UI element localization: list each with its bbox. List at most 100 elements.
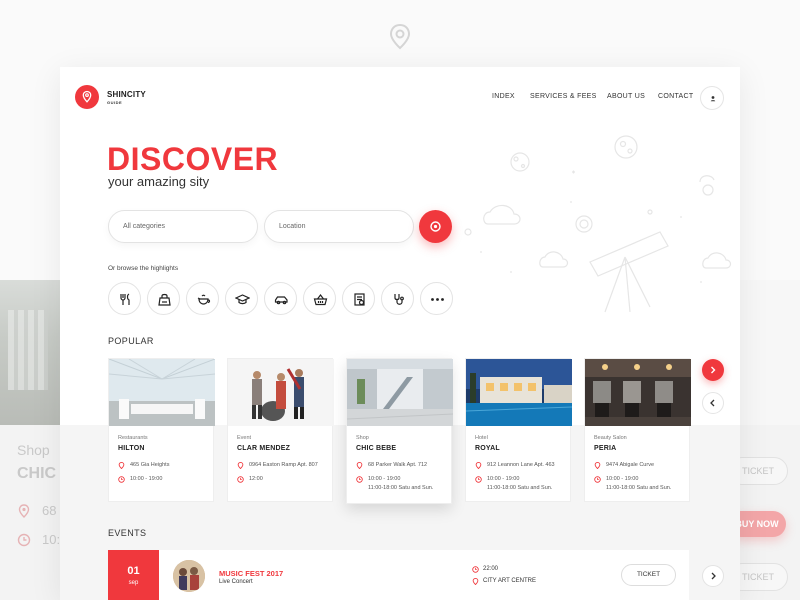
clock-icon (475, 476, 482, 483)
category-cafe-button[interactable] (186, 282, 219, 315)
salon-photo (585, 359, 691, 426)
education-icon (235, 294, 250, 305)
location-pin-logo-icon (389, 23, 411, 50)
restaurant-photo (109, 359, 215, 426)
main-window: SHINCITY GUIDE INDEX SERVICES & FEES ABO… (60, 67, 740, 600)
card-hours: 12:00 (249, 476, 263, 482)
category-shopping-button[interactable] (147, 282, 180, 315)
health-icon (394, 294, 404, 305)
location-input[interactable]: Location (264, 210, 414, 243)
card-hours-weekend: 11:00-18:00 Satu and Sun. (606, 485, 672, 491)
more-icon (431, 298, 444, 301)
band-photo (228, 359, 334, 426)
car-icon (274, 296, 288, 305)
basket-icon (313, 294, 328, 306)
event-time: 22:00 (483, 566, 499, 572)
location-pin-icon (82, 90, 92, 103)
event-avatar (173, 560, 205, 592)
chevron-right-icon (711, 366, 716, 374)
mall-photo (347, 359, 453, 426)
location-pin-icon (475, 462, 482, 469)
category-more-button[interactable] (420, 282, 453, 315)
card-type: Beauty Salon (594, 435, 627, 441)
card-name: HILTON (118, 445, 145, 452)
event-date: 01 sep (108, 550, 159, 600)
tea-icon (197, 294, 211, 305)
location-pin-icon (18, 504, 30, 518)
card-type: Hotel (475, 435, 488, 441)
location-pin-icon (472, 578, 479, 585)
events-heading: EVENTS (108, 528, 147, 538)
card-hours: 10:00 - 19:00 (487, 476, 520, 482)
card-hours: 10:00 - 19:00 (606, 476, 639, 482)
nav-index[interactable]: INDEX (492, 93, 515, 100)
hero-title: DISCOVER (107, 141, 279, 177)
event-venue: CITY ART CENTRE (483, 578, 537, 584)
ticket-button[interactable]: TICKET (621, 564, 676, 586)
category-basket-button[interactable] (303, 282, 336, 315)
popular-card[interactable]: Hotel ROYAL 912 Leannon Lane Apt. 463 10… (465, 358, 572, 502)
category-education-button[interactable] (225, 282, 258, 315)
popular-card[interactable]: Beauty Salon PERIA 9474 Abigale Curve 10… (584, 358, 691, 502)
category-health-button[interactable] (381, 282, 414, 315)
card-address: 9474 Abigale Curve (606, 462, 655, 468)
nav-about-us[interactable]: ABOUT US (607, 93, 645, 100)
chevron-right-icon (711, 572, 716, 580)
concert-photo (173, 560, 205, 592)
location-pin-icon (237, 462, 244, 469)
clock-icon (594, 476, 601, 483)
event-day: 01 (127, 565, 140, 577)
popular-card[interactable]: Shop CHIC BEBE 68 Parker Walk Apt. 712 1… (346, 358, 453, 504)
clock-icon (472, 566, 479, 573)
clock-icon (118, 476, 125, 483)
category-restaurant-button[interactable] (108, 282, 141, 315)
background-card-name: CHIC (17, 465, 57, 482)
clock-icon (356, 476, 363, 483)
card-hours: 10:00 - 19:00 (368, 476, 401, 482)
popular-prev-button[interactable] (702, 392, 724, 414)
clock-icon (237, 476, 244, 483)
location-pin-icon (594, 462, 601, 469)
location-pin-icon (356, 462, 363, 469)
clock-icon (17, 533, 31, 547)
card-type: Restaurants (118, 435, 148, 441)
logo-icon[interactable] (75, 85, 99, 109)
user-icon (710, 96, 716, 102)
chevron-left-icon (710, 399, 715, 407)
card-address: 68 Parker Walk Apt. 712 (368, 462, 428, 468)
popular-next-button[interactable] (702, 359, 724, 381)
card-address: 912 Leannon Lane Apt. 463 (487, 462, 555, 468)
events-next-button[interactable] (702, 565, 724, 587)
card-hours-weekend: 11:00-18:00 Satu and Sun. (487, 485, 553, 491)
popular-card[interactable]: Restaurants HILTON 465 Gia Heights 10:00… (108, 358, 215, 502)
card-name: PERIA (594, 445, 617, 452)
background-card-hours: 10: (42, 532, 61, 547)
event-row[interactable]: 01 sep MUSIC FEST 2017 Live Concert 22:0… (108, 550, 689, 600)
nav-services-fees[interactable]: SERVICES & FEES (530, 93, 597, 100)
brand-name: SHINCITY (107, 90, 146, 99)
category-car-button[interactable] (264, 282, 297, 315)
card-hours-weekend: 11:00-18:00 Satu and Sun. (368, 485, 434, 491)
services-icon (354, 293, 365, 306)
event-month: sep (128, 580, 139, 586)
background-card-photo (0, 280, 60, 425)
card-name: CLAR MENDEZ (237, 445, 291, 452)
event-title[interactable]: MUSIC FEST 2017 (219, 569, 283, 578)
background-card-address: 68 (42, 503, 57, 518)
user-button[interactable] (700, 86, 724, 110)
shopping-bag-icon (158, 293, 171, 306)
background-card-type: Shop (17, 442, 50, 458)
hotel-photo (466, 359, 572, 426)
event-subtitle: Live Concert (219, 579, 253, 585)
card-type: Shop (356, 435, 369, 441)
popular-card[interactable]: Event CLAR MENDEZ 0964 Easton Ramp Apt. … (227, 358, 334, 502)
category-services-button[interactable] (342, 282, 375, 315)
card-name: ROYAL (475, 445, 500, 452)
location-pin-icon (118, 462, 125, 469)
brand-tagline: GUIDE (107, 100, 123, 105)
search-icon (430, 221, 441, 232)
nav-contact[interactable]: CONTACT (658, 93, 693, 100)
search-button[interactable] (419, 210, 452, 243)
categories-select[interactable]: All categories (108, 210, 258, 243)
card-address: 0964 Easton Ramp Apt. 807 (249, 462, 318, 468)
